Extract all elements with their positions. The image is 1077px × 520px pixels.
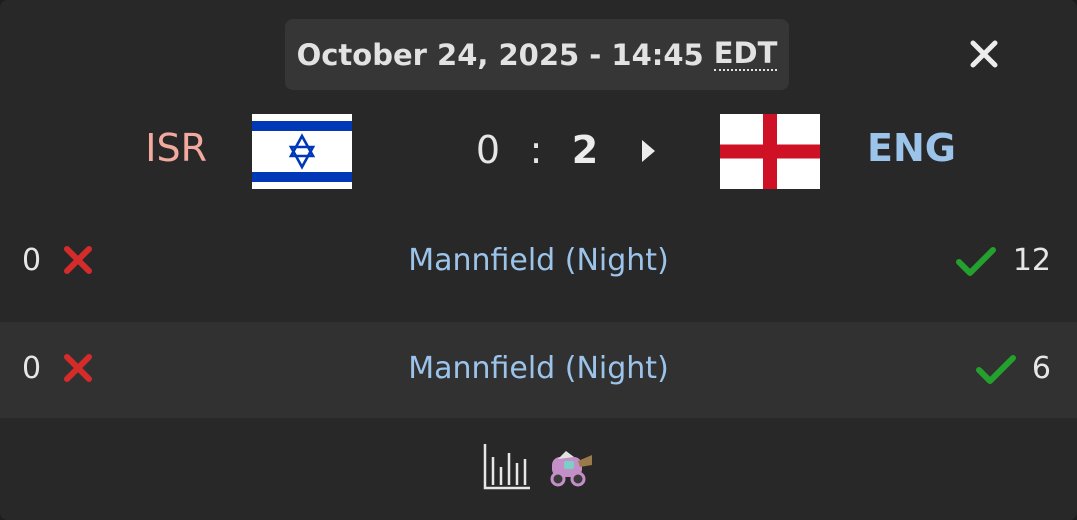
team-right-name[interactable]: ENG [867,126,956,170]
right-game-score: 6 [1031,351,1051,386]
car-icon [550,451,592,487]
score-right: 2 [571,128,599,172]
timezone-label[interactable]: EDT [713,38,778,71]
right-game-score: 12 [1012,243,1051,278]
map-name-link[interactable]: Mannfield (Night) [0,351,1077,386]
match-detail-panel: October 24, 2025 - 14:45 EDT ISR 0 : 2 E… [0,0,1077,520]
close-icon [970,40,998,68]
map-name-link[interactable]: Mannfield (Night) [0,243,1077,278]
checkmark-icon [956,247,996,276]
england-flag-icon [720,114,820,189]
stats-button[interactable] [482,441,532,491]
footer-toolbar [0,436,1077,496]
team-left-name[interactable]: ISR [145,126,207,170]
checkmark-icon [976,355,1016,384]
match-date-text: October 24, 2025 - 14:45 [296,37,704,72]
car-button[interactable] [546,441,596,491]
triangle-right-icon [642,140,655,162]
score-separator: : [529,128,543,172]
match-datetime: October 24, 2025 - 14:45 EDT [285,19,789,90]
game-row[interactable]: 0 Mannfield (Night) 6 [0,322,1077,418]
score-left: 0 [475,128,501,172]
stats-chart-icon [483,444,530,490]
expand-button[interactable] [636,135,660,167]
israel-flag-icon [252,114,352,189]
close-button[interactable] [960,30,1008,78]
game-row[interactable]: 0 Mannfield (Night) 12 [0,214,1077,310]
